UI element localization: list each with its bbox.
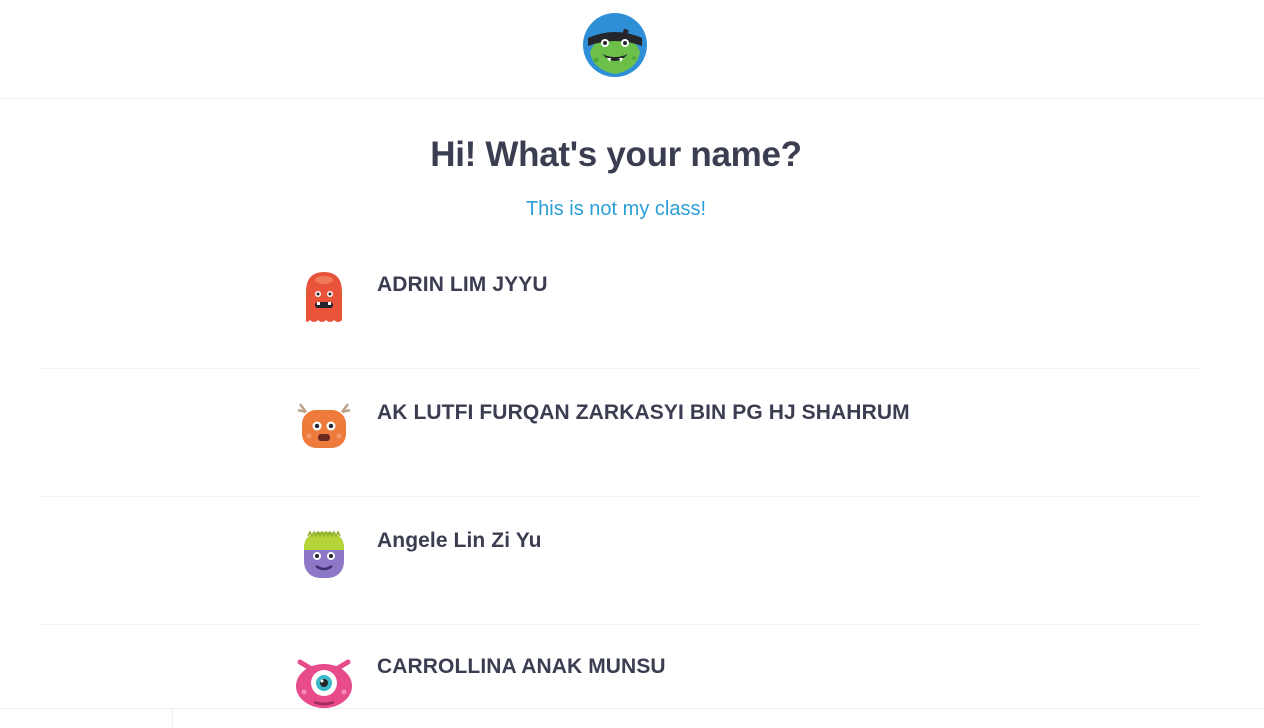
student-name: ADRIN LIM JYYU <box>377 273 548 296</box>
bottom-bar <box>0 708 1264 728</box>
student-name: AK LUTFI FURQAN ZARKASYI BIN PG HJ SHAHR… <box>377 401 910 424</box>
student-row[interactable]: ADRIN LIM JYYU <box>40 240 1200 369</box>
student-row[interactable]: Angele Lin Zi Yu <box>40 496 1200 625</box>
classdojo-logo-icon <box>583 13 647 77</box>
student-login-page: Hi! What's your name? This is not my cla… <box>0 0 1264 728</box>
pink-cyclops-monster-avatar-icon <box>296 659 352 708</box>
red-monster-avatar-icon <box>306 272 342 322</box>
bottom-divider <box>172 709 173 728</box>
not-my-class-link[interactable]: This is not my class! <box>0 198 1232 221</box>
student-name: Angele Lin Zi Yu <box>377 529 542 552</box>
orange-antler-monster-avatar-icon <box>297 403 351 448</box>
page-title: Hi! What's your name? <box>430 135 802 174</box>
top-bar <box>0 0 1264 99</box>
purple-green-monster-avatar-icon <box>304 530 344 578</box>
student-row[interactable]: AK LUTFI FURQAN ZARKASYI BIN PG HJ SHAHR… <box>40 368 1200 497</box>
student-name: CARROLLINA ANAK MUNSU <box>377 655 666 678</box>
